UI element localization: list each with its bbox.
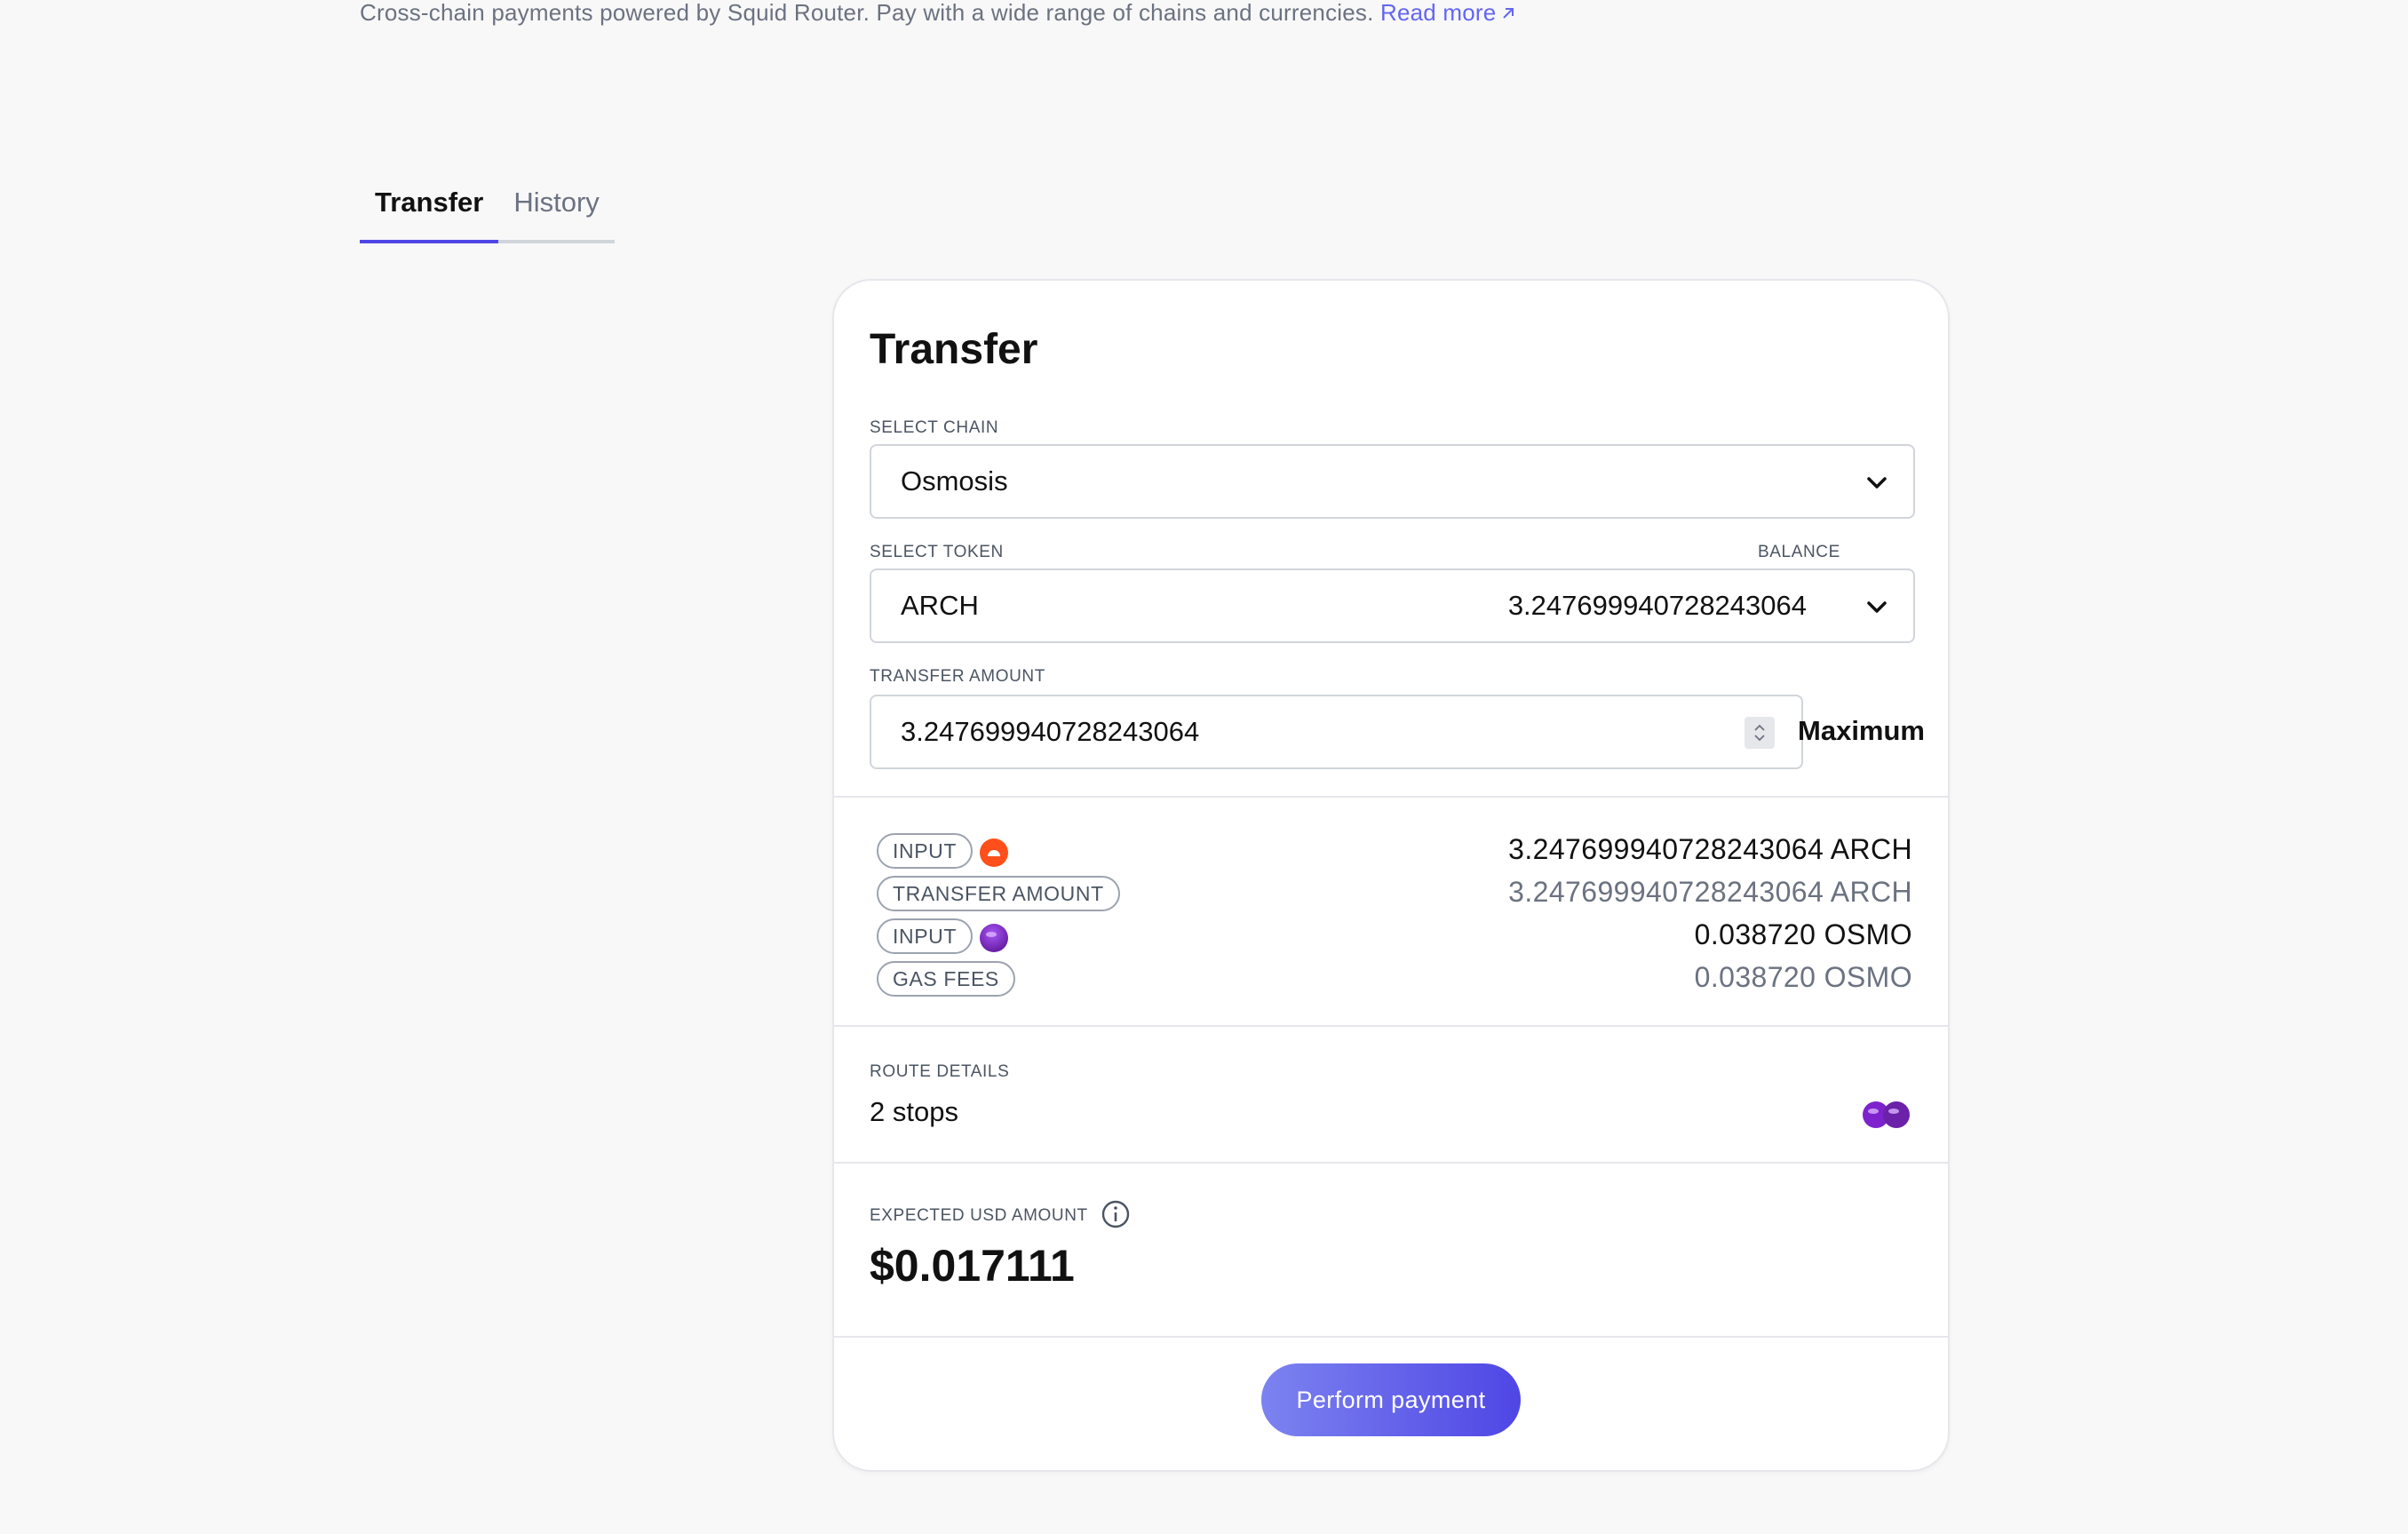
summary-tag: INPUT — [877, 918, 973, 954]
summary-amount: 3.247699940728243064 ARCH — [1508, 876, 1912, 908]
chevron-down-icon — [1865, 595, 1888, 623]
arrow-up-right-icon — [1499, 2, 1517, 27]
intro-text: Cross-chain payments powered by Squid Ro… — [360, 0, 1517, 27]
perform-payment-button[interactable]: Perform payment — [1261, 1363, 1521, 1436]
summary-tag: INPUT — [877, 833, 973, 869]
tab-transfer[interactable]: Transfer — [360, 169, 499, 243]
card-title: Transfer — [870, 326, 1038, 373]
arch-coin-icon — [980, 839, 1008, 867]
select-chain-label: SELECT CHAIN — [870, 418, 999, 437]
balance-label: BALANCE — [1758, 543, 1840, 561]
select-token-label: SELECT TOKEN — [870, 543, 1004, 561]
page: Cross-chain payments powered by Squid Ro… — [0, 0, 2408, 1534]
tab-bar: Transfer History — [360, 169, 615, 243]
expected-usd-label: EXPECTED USD AMOUNT — [870, 1206, 1088, 1225]
read-more-link[interactable]: Read more — [1380, 0, 1517, 26]
read-more-label: Read more — [1379, 0, 1497, 26]
summary-amount: 0.038720 OSMO — [1694, 918, 1912, 950]
summary-tag: GAS FEES — [877, 961, 1015, 997]
summary-tag: TRANSFER AMOUNT — [877, 876, 1120, 911]
summary-row: TRANSFER AMOUNT 3.247699940728243064 ARC… — [877, 876, 1912, 911]
expected-usd-value: $0.017111 — [870, 1241, 1075, 1291]
osmo-coin-icon — [980, 924, 1008, 952]
token-select[interactable]: ARCH 3.247699940728243064 — [870, 568, 1915, 643]
summary-row: GAS FEES 0.038720 OSMO — [877, 961, 1912, 997]
transfer-card: Transfer SELECT CHAIN Osmosis SELECT TOK… — [832, 279, 1950, 1472]
divider — [834, 796, 1948, 798]
token-balance: 3.247699940728243064 — [1507, 590, 1807, 621]
divider — [834, 1162, 1948, 1164]
intro-description: Cross-chain payments powered by Squid Ro… — [360, 0, 1374, 26]
chain-select[interactable]: Osmosis — [870, 444, 1915, 519]
summary-row: INPUT 3.247699940728243064 ARCH — [877, 833, 1912, 869]
token-value: ARCH — [901, 590, 979, 621]
transfer-amount-label: TRANSFER AMOUNT — [870, 667, 1045, 686]
divider — [834, 1025, 1948, 1027]
summary-row: INPUT 0.038720 OSMO — [877, 918, 1912, 954]
tab-history[interactable]: History — [498, 169, 614, 243]
summary-amount: 3.247699940728243064 ARCH — [1508, 833, 1912, 865]
chevron-down-icon — [1865, 471, 1888, 498]
info-icon[interactable] — [1101, 1199, 1131, 1234]
route-stops: 2 stops — [870, 1096, 958, 1127]
chain-value: Osmosis — [901, 465, 1008, 497]
divider — [834, 1336, 1948, 1338]
summary-amount: 0.038720 OSMO — [1694, 961, 1912, 993]
transfer-amount-value: 3.247699940728243064 — [901, 716, 1200, 747]
route-details-label: ROUTE DETAILS — [870, 1062, 1010, 1081]
transfer-amount-input[interactable]: 3.247699940728243064 — [870, 695, 1803, 769]
maximum-button[interactable]: Maximum — [1783, 715, 1925, 747]
amount-stepper[interactable] — [1744, 717, 1775, 749]
route-icons[interactable] — [1861, 1100, 1912, 1134]
